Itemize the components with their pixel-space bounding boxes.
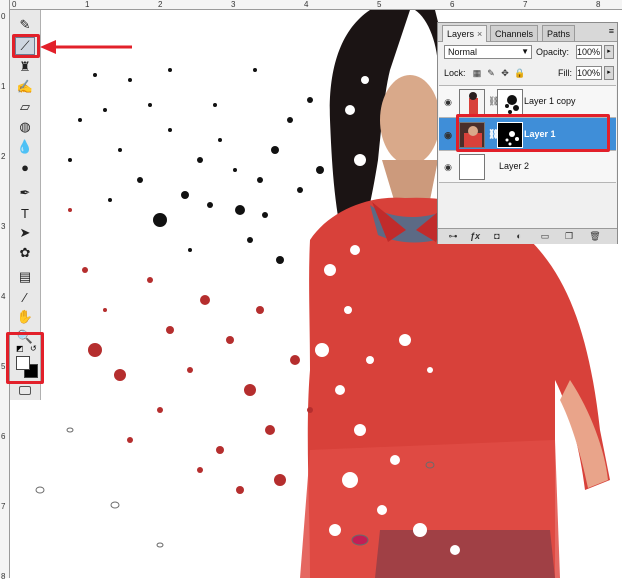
opacity-field[interactable]: 100%: [576, 45, 602, 59]
ruler-label: 6: [450, 0, 455, 9]
ruler-label: 7: [1, 502, 6, 511]
layer-mask-thumbnail[interactable]: [497, 89, 523, 115]
notes-tool-icon[interactable]: ▤: [15, 268, 35, 286]
layer-name: Layer 2: [499, 161, 530, 171]
lock-pixels-icon[interactable]: ✎: [486, 67, 496, 79]
ruler-label: 5: [1, 362, 6, 371]
ruler-label: 1: [85, 0, 90, 9]
brush-tool-highlight: [12, 34, 40, 58]
adjustment-layer-icon[interactable]: ◐: [512, 230, 526, 242]
tab-channels-label: Channels: [495, 29, 534, 39]
ruler-label: 4: [1, 292, 6, 301]
eraser-tool-icon[interactable]: ▱: [15, 98, 35, 116]
ruler-label: 0: [1, 12, 6, 21]
add-mask-icon[interactable]: ◘: [490, 230, 504, 242]
hand-tool-icon[interactable]: ✋: [15, 308, 35, 326]
fx-icon[interactable]: ƒx: [468, 230, 482, 242]
fill-label: Fill:: [558, 68, 572, 78]
chevron-down-icon: ▼: [521, 47, 529, 56]
lock-transparency-icon[interactable]: ▦: [472, 67, 482, 79]
selected-layer-highlight: [456, 114, 610, 152]
new-layer-icon[interactable]: ❐: [562, 230, 576, 242]
panel-menu-icon[interactable]: ≡: [609, 26, 614, 36]
ruler-label: 4: [304, 0, 309, 9]
lock-position-icon[interactable]: ✥: [500, 67, 510, 79]
ruler-label: 6: [1, 432, 6, 441]
layer-row-layer-1-copy[interactable]: ◉ ⛓ Layer 1 copy: [439, 85, 616, 117]
fill-slider-icon[interactable]: ▸: [604, 66, 614, 80]
opacity-slider-icon[interactable]: ▸: [604, 45, 614, 59]
pencil-tool-icon[interactable]: ✎: [15, 16, 35, 34]
tab-paths[interactable]: Paths: [542, 25, 576, 41]
paint-bucket-tool-icon[interactable]: ◍: [15, 118, 35, 136]
ruler-label: 0: [12, 0, 17, 9]
link-layers-icon[interactable]: ⊶: [446, 230, 460, 242]
pen-tool-icon[interactable]: ✒: [15, 184, 35, 202]
ruler-label: 1: [1, 82, 6, 91]
lock-all-icon[interactable]: 🔒: [514, 67, 525, 79]
delete-layer-icon[interactable]: 🗑: [588, 230, 602, 242]
ruler-label: 3: [231, 0, 236, 9]
red-arrow-pointer: [40, 40, 132, 54]
ruler-label: 2: [1, 152, 6, 161]
clone-stamp-tool-icon[interactable]: ♜: [15, 58, 35, 76]
opacity-label: Opacity:: [536, 47, 570, 57]
layer-thumbnail: [459, 89, 485, 115]
path-selection-tool-icon[interactable]: ➤: [15, 224, 35, 242]
ruler-label: 2: [158, 0, 163, 9]
eyedropper-tool-icon[interactable]: ⁄: [15, 288, 35, 306]
tab-paths-label: Paths: [547, 29, 571, 39]
ruler-label: 3: [1, 222, 6, 231]
tab-layers[interactable]: Layers ×: [442, 25, 488, 42]
eye-icon[interactable]: ◉: [442, 129, 454, 141]
layer-thumbnail: [459, 154, 485, 180]
lock-label: Lock:: [444, 68, 466, 78]
ruler-label: 7: [523, 0, 528, 9]
layers-empty-area: [439, 182, 616, 228]
new-group-icon[interactable]: ▭: [538, 230, 552, 242]
tab-channels[interactable]: Channels: [490, 25, 539, 41]
color-swatch-highlight: [6, 332, 44, 384]
ruler-label: 8: [596, 0, 601, 9]
eye-icon[interactable]: ◉: [442, 161, 454, 173]
panel-tabbar: Layers × Channels Paths ≡: [438, 23, 617, 42]
layers-bottom-toolbar: ⊶ ƒx ◘ ◐ ▭ ❐ 🗑: [438, 228, 617, 244]
dodge-tool-icon[interactable]: ●: [15, 158, 35, 176]
blend-mode-value: Normal: [448, 47, 478, 57]
ruler-label: 5: [377, 0, 382, 9]
history-brush-tool-icon[interactable]: ✍: [15, 78, 35, 96]
tab-layers-label: Layers: [447, 29, 475, 39]
eye-icon[interactable]: ◉: [442, 96, 454, 108]
custom-shape-tool-icon[interactable]: ✿: [15, 244, 35, 262]
ruler-label: 8: [1, 572, 6, 581]
close-icon[interactable]: ×: [477, 29, 482, 39]
horizontal-ruler[interactable]: 0 1 2 3 4 5 6 7 8: [0, 0, 622, 10]
quick-mask-icon[interactable]: [19, 386, 31, 395]
vertical-ruler[interactable]: 0 1 2 3 4 5 6 7 8: [0, 0, 10, 581]
blend-mode-select[interactable]: Normal ▼: [444, 45, 532, 59]
layer-row-layer-2[interactable]: ◉ Layer 2: [439, 150, 616, 182]
layer-name: Layer 1 copy: [524, 96, 576, 106]
fill-field[interactable]: 100%: [576, 66, 602, 80]
blur-tool-icon[interactable]: 💧: [15, 138, 35, 156]
type-tool-icon[interactable]: T: [15, 204, 35, 222]
